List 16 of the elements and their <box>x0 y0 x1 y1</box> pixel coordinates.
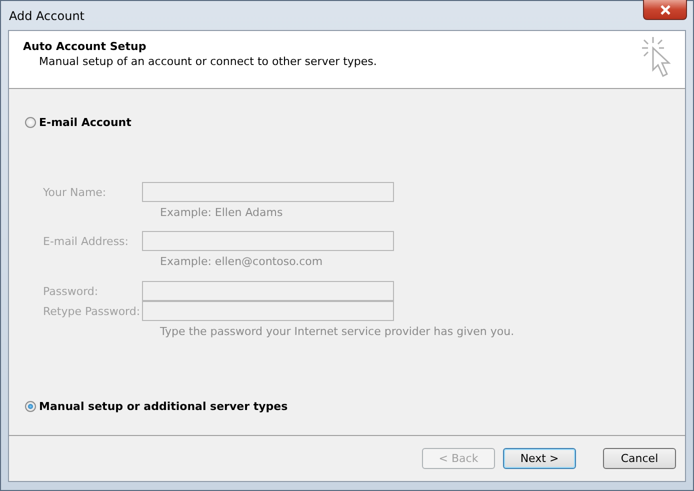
window-title: Add Account <box>8 8 84 22</box>
field-label: Retype Password: <box>43 304 142 318</box>
hint-text: Example: Ellen Adams <box>159 204 283 220</box>
field-label: Password: <box>43 284 100 298</box>
field-label: E-mail Address: <box>43 234 130 248</box>
close-icon <box>660 4 670 14</box>
dialog-button[interactable]: Next > <box>503 448 576 469</box>
dialog-button[interactable]: Cancel <box>603 448 676 469</box>
field-label: Your Name: <box>43 186 108 198</box>
hint-text: Type the password your Internet service provider has given you. <box>159 324 514 340</box>
radio-button[interactable] <box>25 401 36 412</box>
hint-text: Example: ellen@contoso.com <box>159 254 323 270</box>
header-subtitle: Manual setup of an account or connect to other server types. <box>38 55 377 68</box>
radio-button[interactable] <box>25 117 36 128</box>
header-title: Auto Account Setup <box>23 40 148 53</box>
close-button[interactable] <box>643 0 687 20</box>
